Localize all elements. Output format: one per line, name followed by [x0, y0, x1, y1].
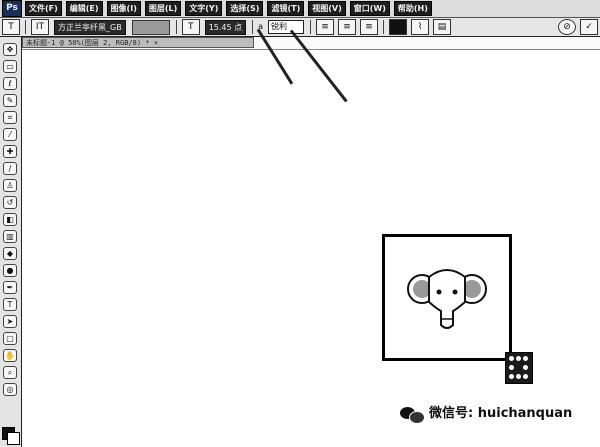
- path-select-icon[interactable]: ➤: [3, 315, 17, 328]
- placed-image-frame[interactable]: [382, 234, 512, 361]
- eraser-icon[interactable]: ◧: [3, 213, 17, 226]
- eyedropper-icon[interactable]: ⁄: [3, 128, 17, 141]
- blur-icon[interactable]: ◆: [3, 247, 17, 260]
- watermark: 微信号: huichanquan: [400, 405, 573, 424]
- separator: [25, 20, 26, 34]
- menu-view[interactable]: 视图(V): [308, 1, 346, 16]
- type-tool-preset-icon[interactable]: T: [2, 19, 20, 35]
- text-orientation-icon[interactable]: IT: [31, 19, 49, 35]
- tools-panel: ✥ ▭ ℓ ✎ ⌗ ⁄ ✚ ∕ ♙ ↺ ◧ ▥ ◆ ● ✒ T ➤ ▢ ✋ ⌕ …: [0, 37, 22, 447]
- menu-layer[interactable]: 图层(L): [144, 1, 182, 16]
- separator: [310, 20, 312, 34]
- options-bar: T IT 方正兰亭纤黑_GB T 15.45 点 a 锐利 ≡ ≡ ≡ ⌇ ▤ …: [0, 18, 600, 37]
- align-left-icon[interactable]: ≡: [316, 19, 335, 35]
- hand-icon[interactable]: ✋: [3, 349, 17, 362]
- gradient-icon[interactable]: ▥: [3, 230, 17, 243]
- separator: [383, 20, 385, 34]
- font-size-select[interactable]: 15.45 点: [204, 19, 247, 35]
- menu-help[interactable]: 帮助(H): [393, 1, 432, 16]
- align-center-icon[interactable]: ≡: [338, 19, 357, 35]
- menu-filter[interactable]: 滤镜(T): [267, 1, 305, 16]
- document-tab-bar: 未标题-1 @ 50%(图层 2, RGB/8) * ×: [22, 37, 600, 50]
- marquee-icon[interactable]: ▭: [3, 60, 17, 73]
- transform-handle[interactable]: [505, 352, 533, 384]
- anti-alias-select[interactable]: 锐利: [268, 20, 305, 34]
- watermark-text: 微信号: huichanquan: [429, 406, 573, 421]
- font-family-select[interactable]: 方正兰亭纤黑_GB: [54, 19, 126, 35]
- commit-icon[interactable]: ✓: [580, 19, 598, 35]
- font-size-icon: T: [181, 19, 200, 35]
- lasso-icon[interactable]: ℓ: [3, 77, 17, 90]
- type-icon[interactable]: T: [3, 298, 17, 311]
- menu-file[interactable]: 文件(F): [25, 1, 62, 16]
- brush-icon[interactable]: ∕: [3, 162, 17, 175]
- zoom-icon[interactable]: ⌕: [3, 366, 17, 379]
- document-canvas[interactable]: [22, 50, 600, 447]
- elephant-icon: [407, 269, 487, 329]
- dodge-icon[interactable]: ●: [3, 264, 17, 277]
- menu-type[interactable]: 文字(Y): [185, 1, 223, 16]
- shape-icon[interactable]: ▢: [3, 332, 17, 345]
- background-color-swatch[interactable]: [7, 432, 20, 445]
- move-icon[interactable]: ✥: [3, 43, 17, 56]
- menu-window[interactable]: 窗口(W): [349, 1, 390, 16]
- menu-bar: Ps 文件(F) 编辑(E) 图像(I) 图层(L) 文字(Y) 选择(S) 滤…: [0, 0, 600, 18]
- stamp-icon[interactable]: ♙: [3, 179, 17, 192]
- align-right-icon[interactable]: ≡: [360, 19, 379, 35]
- character-panel-icon[interactable]: ▤: [433, 19, 452, 35]
- separator: [252, 20, 254, 34]
- quick-select-icon[interactable]: ✎: [3, 94, 17, 107]
- crop-icon[interactable]: ⌗: [3, 111, 17, 124]
- history-brush-icon[interactable]: ↺: [3, 196, 17, 209]
- menu-select[interactable]: 选择(S): [226, 1, 264, 16]
- font-style-select[interactable]: [131, 19, 170, 35]
- separator: [175, 20, 177, 34]
- quick-mask-icon[interactable]: ◎: [3, 383, 17, 396]
- pen-icon[interactable]: ✒: [3, 281, 17, 294]
- document-tab[interactable]: 未标题-1 @ 50%(图层 2, RGB/8) * ×: [22, 37, 254, 48]
- text-color-swatch[interactable]: [389, 19, 408, 35]
- warp-text-icon[interactable]: ⌇: [411, 19, 430, 35]
- menu-edit[interactable]: 编辑(E): [65, 1, 103, 16]
- wechat-icon: [400, 405, 425, 424]
- menu-image[interactable]: 图像(I): [106, 1, 141, 16]
- healing-icon[interactable]: ✚: [3, 145, 17, 158]
- cancel-icon[interactable]: ⊘: [558, 19, 576, 35]
- photoshop-logo: Ps: [2, 0, 22, 17]
